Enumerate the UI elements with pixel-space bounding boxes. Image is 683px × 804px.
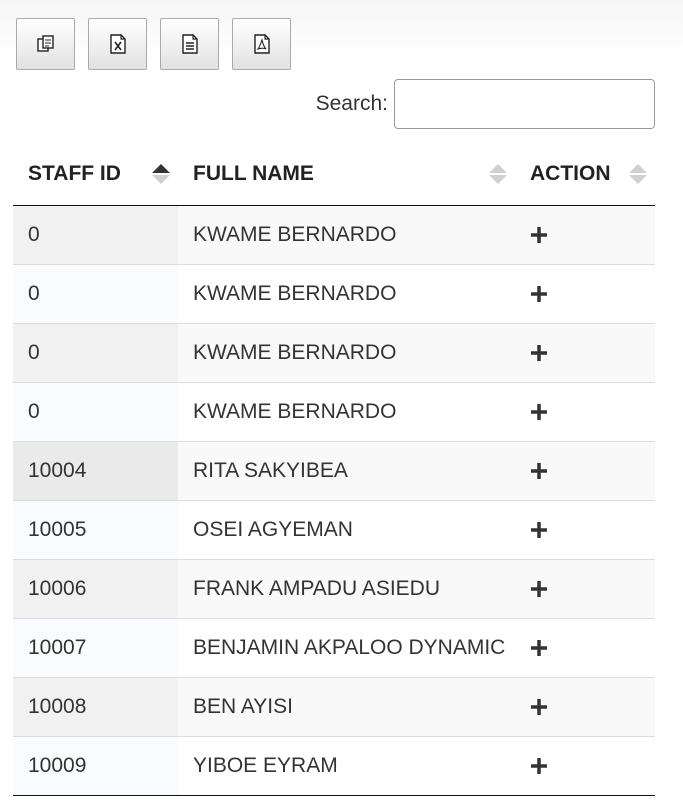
full-name-cell: KWAME BERNARDO: [178, 205, 515, 265]
export-toolbar: [16, 18, 291, 70]
sort-unsorted-icon: [629, 163, 647, 184]
action-cell: [515, 500, 655, 560]
sort-ascending-icon: [152, 163, 170, 184]
plus-icon[interactable]: [530, 698, 548, 716]
full-name-cell: OSEI AGYEMAN: [178, 500, 515, 560]
action-cell: [515, 559, 655, 619]
table-row: 10007 BENJAMIN AKPALOO DYNAMIC: [13, 618, 655, 678]
csv-button[interactable]: [160, 18, 219, 70]
plus-icon[interactable]: [530, 639, 548, 657]
staff-id-cell: 10009: [13, 736, 178, 796]
full-name-cell: BENJAMIN AKPALOO DYNAMIC: [178, 618, 515, 678]
table-row: 10006 FRANK AMPADU ASIEDU: [13, 559, 655, 619]
column-header-action[interactable]: ACTION: [515, 142, 655, 206]
pdf-button[interactable]: [232, 18, 291, 70]
full-name-cell: KWAME BERNARDO: [178, 323, 515, 383]
text-file-icon: [181, 34, 198, 54]
pdf-file-icon: [253, 34, 270, 54]
plus-icon[interactable]: [530, 462, 548, 480]
staff-id-cell: 10006: [13, 559, 178, 619]
action-cell: [515, 264, 655, 324]
staff-id-cell: 0: [13, 382, 178, 442]
table-row: 0 KWAME BERNARDO: [13, 382, 655, 442]
copy-button[interactable]: [16, 18, 75, 70]
table-row: 10005 OSEI AGYEMAN: [13, 500, 655, 560]
table-row: 0 KWAME BERNARDO: [13, 264, 655, 324]
plus-icon[interactable]: [530, 403, 548, 421]
excel-file-icon: [109, 34, 126, 54]
column-header-label: ACTION: [530, 161, 611, 185]
search-input[interactable]: [394, 79, 655, 129]
full-name-cell: FRANK AMPADU ASIEDU: [178, 559, 515, 619]
action-cell: [515, 382, 655, 442]
full-name-cell: YIBOE EYRAM: [178, 736, 515, 796]
action-cell: [515, 618, 655, 678]
staff-id-cell: 10004: [13, 441, 178, 501]
table-header-row: STAFF ID FULL NAME ACTION: [13, 142, 655, 206]
sort-unsorted-icon: [489, 163, 507, 184]
action-cell: [515, 323, 655, 383]
plus-icon[interactable]: [530, 226, 548, 244]
plus-icon[interactable]: [530, 580, 548, 598]
plus-icon[interactable]: [530, 285, 548, 303]
excel-button[interactable]: [88, 18, 147, 70]
search-box: Search:: [316, 79, 655, 129]
plus-icon[interactable]: [530, 344, 548, 362]
table-row: 10009 YIBOE EYRAM: [13, 736, 655, 796]
staff-id-cell: 0: [13, 323, 178, 383]
table-row: 0 KWAME BERNARDO: [13, 205, 655, 265]
staff-id-cell: 10005: [13, 500, 178, 560]
table-body: 0 KWAME BERNARDO 0 KWAME BERNARDO 0 KWAM…: [13, 205, 655, 796]
action-cell: [515, 205, 655, 265]
staff-id-cell: 10007: [13, 618, 178, 678]
table-row: 10008 BEN AYISI: [13, 677, 655, 737]
full-name-cell: RITA SAKYIBEA: [178, 441, 515, 501]
staff-id-cell: 10008: [13, 677, 178, 737]
copy-icon: [36, 35, 54, 52]
plus-icon[interactable]: [530, 757, 548, 775]
full-name-cell: KWAME BERNARDO: [178, 264, 515, 324]
staff-id-cell: 0: [13, 264, 178, 324]
action-cell: [515, 441, 655, 501]
staff-id-cell: 0: [13, 205, 178, 265]
column-header-full-name[interactable]: FULL NAME: [178, 142, 515, 206]
search-label: Search:: [315, 92, 388, 115]
table-row: 0 KWAME BERNARDO: [13, 323, 655, 383]
column-header-label: FULL NAME: [193, 161, 314, 185]
full-name-cell: BEN AYISI: [178, 677, 515, 737]
full-name-cell: KWAME BERNARDO: [178, 382, 515, 442]
column-header-staff-id[interactable]: STAFF ID: [13, 142, 178, 206]
action-cell: [515, 677, 655, 737]
staff-table: STAFF ID FULL NAME ACTION 0 KWAME BERNAR…: [13, 142, 655, 796]
table-row: 10004 RITA SAKYIBEA: [13, 441, 655, 501]
column-header-label: STAFF ID: [28, 161, 121, 185]
action-cell: [515, 736, 655, 796]
plus-icon[interactable]: [530, 521, 548, 539]
